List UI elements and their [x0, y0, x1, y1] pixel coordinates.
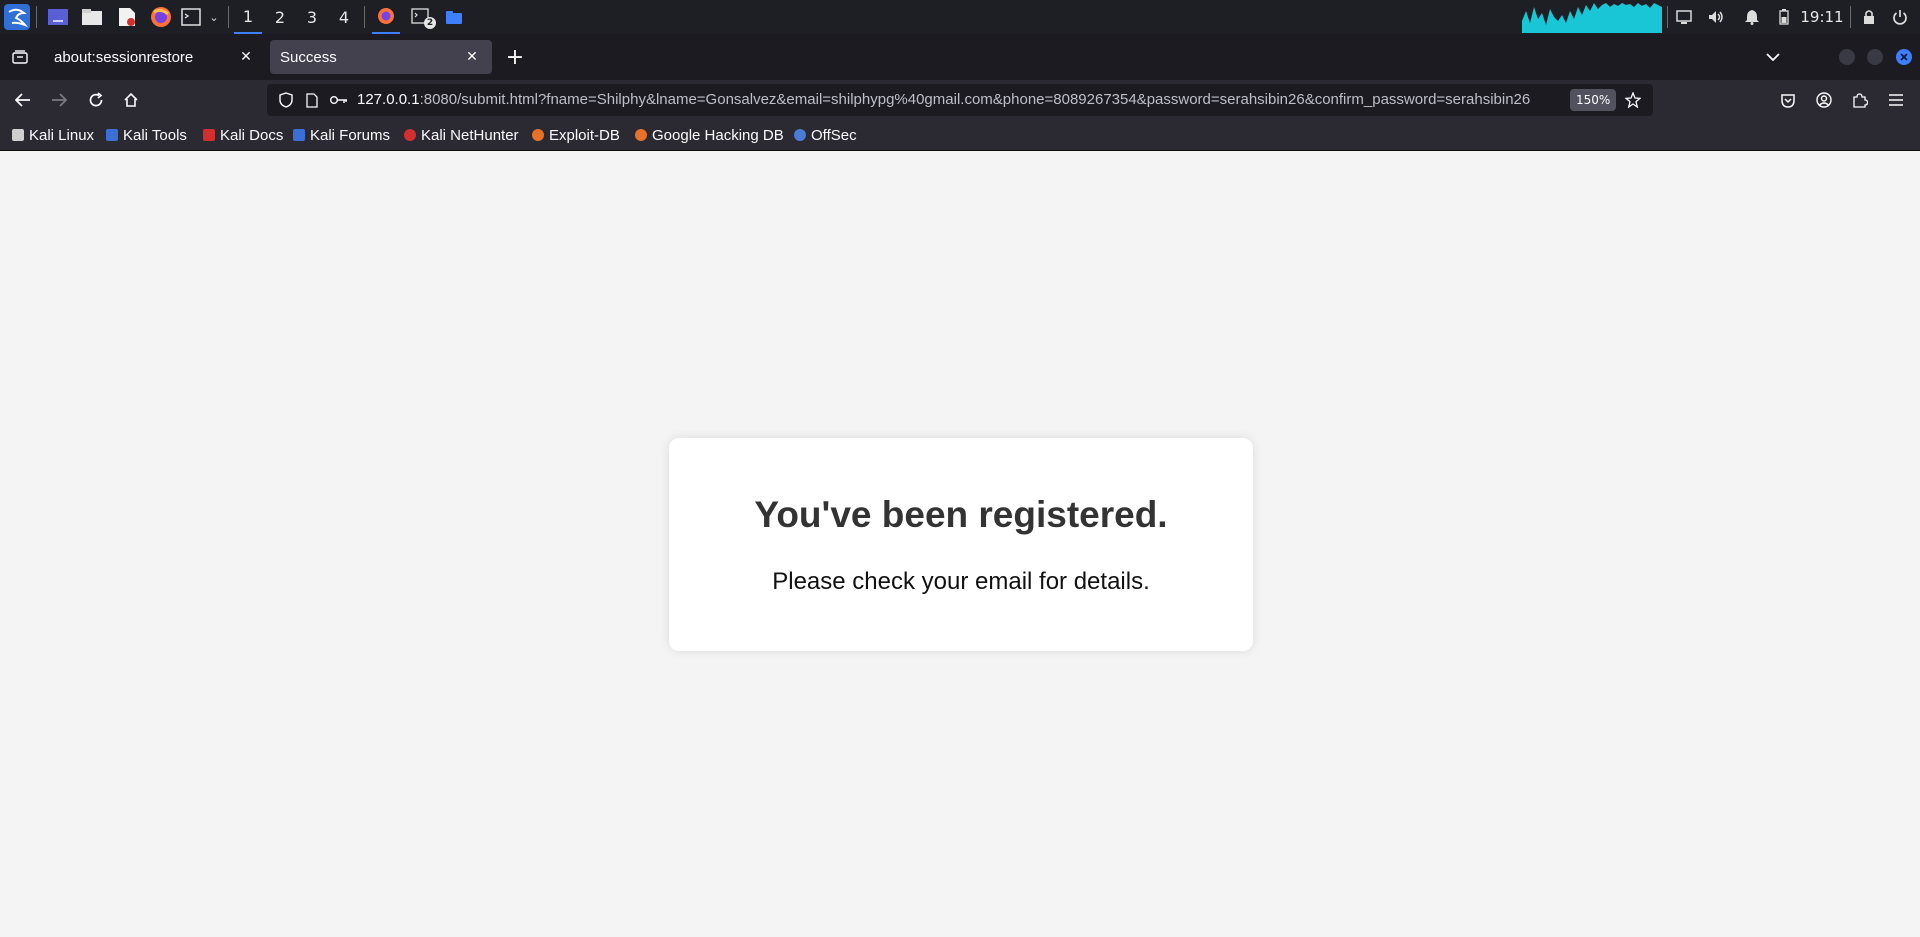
success-message: Please check your email for details. — [772, 568, 1150, 595]
lock-screen-icon[interactable] — [1858, 0, 1880, 34]
text-editor-icon[interactable] — [113, 0, 141, 34]
offsec-icon — [794, 129, 806, 141]
bookmark-label: Exploit-DB — [549, 126, 620, 144]
firefox-window-task[interactable] — [372, 0, 400, 34]
firefox-view-icon[interactable] — [6, 42, 34, 72]
bookmark-offsec[interactable]: OffSec — [794, 120, 857, 150]
close-window-button[interactable] — [1896, 49, 1912, 65]
bookmarks-toolbar: Kali Linux Kali Tools Kali Docs Kali For… — [0, 120, 1920, 151]
workspace-label: 1 — [242, 6, 254, 26]
close-icon[interactable]: ✕ — [238, 49, 254, 65]
file-manager-icon[interactable] — [78, 0, 106, 34]
workspace-label: 3 — [306, 7, 318, 27]
workspace-label: 2 — [274, 7, 286, 27]
tab-success[interactable]: Success ✕ — [270, 40, 492, 74]
workspace-2-button[interactable]: 2 — [266, 0, 294, 34]
hamburger-menu-icon[interactable] — [1880, 80, 1912, 120]
bookmark-kali-linux[interactable]: Kali Linux — [12, 120, 94, 150]
zoom-level-badge[interactable]: 150% — [1570, 89, 1617, 111]
folder-window-task[interactable] — [442, 0, 466, 34]
tab-title: about:sessionrestore — [54, 48, 194, 66]
close-icon — [1900, 53, 1908, 61]
tracking-protection-shield-icon[interactable] — [275, 84, 297, 116]
bookmark-star-icon[interactable] — [1619, 84, 1647, 116]
window-count-badge: 2 — [424, 17, 436, 29]
workspace-label: 4 — [338, 7, 350, 27]
bookmark-label: Kali Linux — [29, 126, 95, 144]
cpu-graph-widget — [1522, 0, 1662, 34]
account-icon[interactable] — [1808, 80, 1840, 120]
firefox-launcher-icon[interactable] — [147, 0, 175, 34]
bookmark-google-hacking-db[interactable]: Google Hacking DB — [635, 120, 784, 150]
workspace-3-button[interactable]: 3 — [298, 0, 326, 34]
workspace-1-button[interactable]: 1 — [234, 0, 262, 34]
bookmark-label: Google Hacking DB — [652, 126, 784, 144]
terminal-launcher-icon[interactable] — [178, 0, 204, 34]
kali-dragon-icon — [12, 129, 24, 141]
notification-bell-icon[interactable] — [1740, 0, 1764, 34]
list-all-tabs-chevron-down-icon[interactable] — [1758, 42, 1788, 72]
pocket-icon[interactable] — [1772, 80, 1804, 120]
folder-icon — [446, 10, 462, 24]
maximize-window-button[interactable] — [1867, 49, 1883, 65]
kali-menu-icon[interactable] — [2, 0, 32, 34]
bookmark-kali-docs[interactable]: Kali Docs — [203, 120, 283, 150]
page-viewport: You've been registered. Please check you… — [0, 151, 1920, 937]
bookmark-kali-forums[interactable]: Kali Forums — [293, 120, 390, 150]
tab-title: Success — [280, 48, 337, 66]
terminal-window-task[interactable]: 2 — [406, 0, 436, 34]
page-info-icon[interactable] — [301, 84, 323, 116]
bookmark-label: OffSec — [811, 126, 857, 144]
ghdb-icon — [635, 129, 647, 141]
url-bar[interactable]: 127.0.0.1:8080/submit.html?fname=Shilphy… — [267, 84, 1653, 116]
url-path: :8080/submit.html?fname=Shilphy&lname=Go… — [419, 91, 1531, 108]
power-icon[interactable] — [1888, 0, 1912, 34]
minimize-window-button[interactable] — [1839, 49, 1855, 65]
url-text[interactable]: 127.0.0.1:8080/submit.html?fname=Shilphy… — [357, 84, 1557, 116]
reload-icon[interactable] — [80, 80, 112, 120]
battery-icon[interactable] — [1774, 0, 1794, 34]
firefox-icon — [378, 8, 394, 24]
exploit-db-icon — [532, 129, 544, 141]
success-card: You've been registered. Please check you… — [669, 438, 1253, 651]
bookmark-label: Kali Docs — [220, 126, 284, 144]
workspace-4-button[interactable]: 4 — [330, 0, 358, 34]
bookmark-label: Kali NetHunter — [421, 126, 519, 144]
kali-docs-icon — [203, 129, 215, 141]
launcher-dropdown-icon[interactable]: ⌄ — [205, 0, 223, 34]
back-arrow-icon[interactable] — [7, 80, 39, 120]
display-icon[interactable] — [1672, 0, 1696, 34]
key-icon[interactable] — [327, 84, 351, 116]
show-desktop-icon[interactable] — [44, 0, 72, 34]
close-icon[interactable]: ✕ — [464, 49, 480, 65]
url-host: 127.0.0.1 — [357, 91, 420, 108]
new-tab-plus-icon[interactable]: + — [500, 42, 530, 72]
bookmark-label: Kali Tools — [123, 126, 187, 144]
navigation-toolbar: 127.0.0.1:8080/submit.html?fname=Shilphy… — [0, 80, 1920, 120]
system-taskbar: ⌄ 1 2 3 4 2 19:11 — [0, 0, 1920, 34]
extensions-puzzle-icon[interactable] — [1844, 80, 1876, 120]
kali-forums-icon — [293, 129, 305, 141]
bookmark-kali-nethunter[interactable]: Kali NetHunter — [404, 120, 519, 150]
tab-session-restore[interactable]: about:sessionrestore ✕ — [44, 40, 266, 74]
nethunter-icon — [404, 129, 416, 141]
clock[interactable]: 19:11 — [1800, 0, 1844, 34]
browser-tab-strip: about:sessionrestore ✕ Success ✕ + — [0, 34, 1920, 80]
success-heading: You've been registered. — [754, 494, 1168, 535]
home-icon[interactable] — [115, 80, 147, 120]
volume-icon[interactable] — [1704, 0, 1728, 34]
kali-tools-icon — [106, 129, 118, 141]
forward-arrow-icon[interactable] — [43, 80, 75, 120]
bookmark-kali-tools[interactable]: Kali Tools — [106, 120, 187, 150]
bookmark-exploit-db[interactable]: Exploit-DB — [532, 120, 620, 150]
bookmark-label: Kali Forums — [310, 126, 391, 144]
